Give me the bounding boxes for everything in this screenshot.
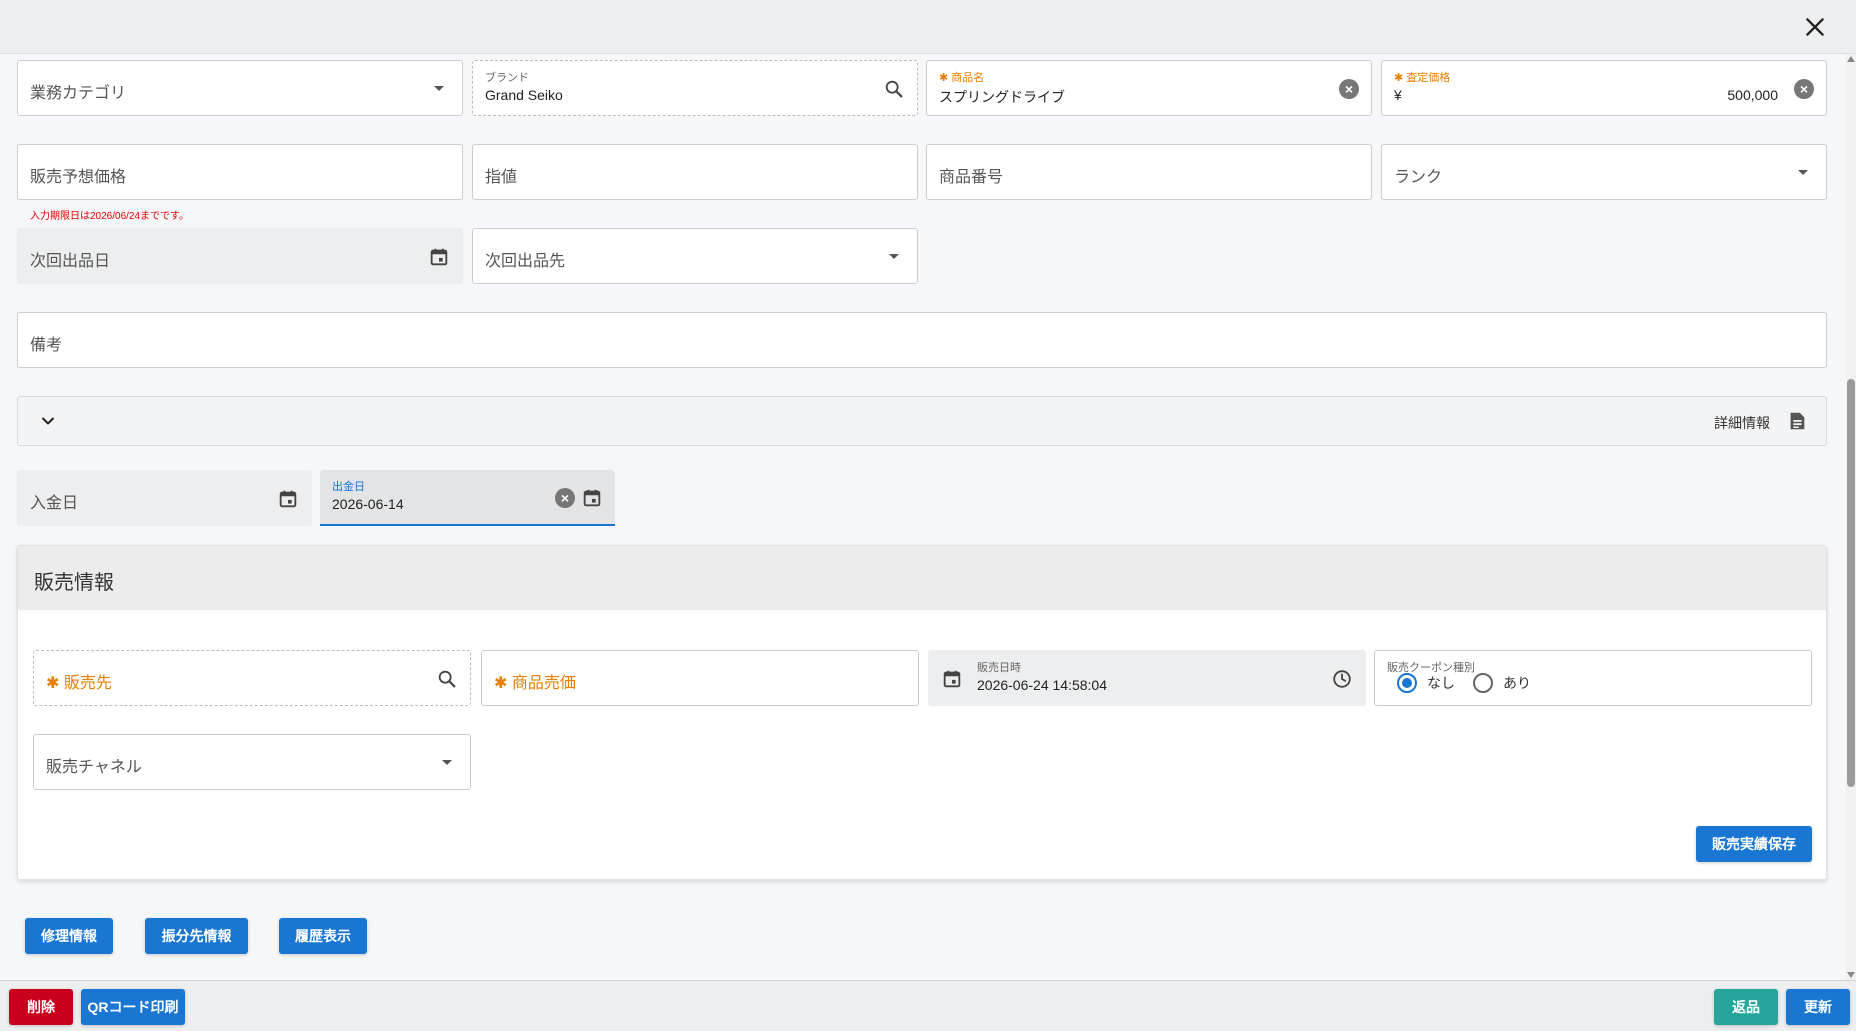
sale-datetime-field[interactable]: 販売日時 2026-06-24 14:58:04 (928, 650, 1366, 706)
coupon-option-yes[interactable]: あり (1473, 673, 1531, 693)
payment-date-field[interactable]: 入金日 (17, 470, 312, 526)
search-icon[interactable] (436, 668, 458, 690)
sale-datetime-label: 販売日時 (977, 662, 1021, 674)
product-name-label: ✱ 商品名 (939, 72, 985, 84)
qr-print-button[interactable]: QRコード印刷 (81, 989, 185, 1025)
dropdown-arrow-icon (434, 86, 444, 91)
notes-label: 備考 (30, 337, 63, 354)
dropdown-arrow-icon (442, 760, 452, 765)
buyer-label: ✱ 販売先 (46, 675, 112, 692)
radio-selected-icon[interactable] (1397, 673, 1417, 693)
sales-channel-select[interactable]: 販売チャネル (33, 734, 471, 790)
clear-icon[interactable]: × (1339, 79, 1359, 99)
coupon-option-none[interactable]: なし (1397, 673, 1455, 693)
save-sales-record-button[interactable]: 販売実績保存 (1696, 826, 1812, 862)
dialog-content[interactable]: 業務カテゴリ ブランド Grand Seiko ✱ 商品名 スプリングドライブ … (0, 54, 1846, 980)
clear-icon[interactable]: × (1794, 79, 1814, 99)
appraisal-price-value: 500,000 (1727, 87, 1778, 103)
sales-info-header: 販売情報 (18, 546, 1826, 610)
brand-value: Grand Seiko (485, 87, 563, 103)
vertical-scrollbar[interactable] (1846, 54, 1856, 980)
sale-datetime-value: 2026-06-24 14:58:04 (977, 677, 1107, 693)
dropdown-arrow-icon (1798, 170, 1808, 175)
coupon-option-none-label: なし (1427, 675, 1455, 691)
dialog-footer: 削除 QRコード印刷 返品 更新 (0, 980, 1856, 1031)
update-button[interactable]: 更新 (1786, 989, 1850, 1025)
rank-select[interactable]: ランク (1381, 144, 1827, 200)
limit-price-field[interactable]: 指値 (472, 144, 918, 200)
payment-date-label: 入金日 (30, 495, 79, 512)
expected-price-field[interactable]: 販売予想価格 (17, 144, 463, 200)
coupon-type-group: 販売クーポン種別 なし あり (1374, 650, 1812, 706)
product-number-field[interactable]: 商品番号 (926, 144, 1372, 200)
dialog-header (0, 0, 1856, 54)
category-label: 業務カテゴリ (30, 85, 127, 102)
return-button[interactable]: 返品 (1714, 989, 1778, 1025)
calendar-icon[interactable] (941, 668, 963, 690)
detail-info-label: 詳細情報 (1714, 415, 1770, 431)
chevron-down-icon[interactable] (38, 411, 58, 431)
product-number-label: 商品番号 (939, 169, 1004, 186)
currency-symbol: ¥ (1394, 87, 1402, 103)
input-deadline-hint: 入力期限日は2026/06/24までです。 (30, 211, 190, 222)
next-listing-dest-select[interactable]: 次回出品先 (472, 228, 918, 284)
notes-field[interactable]: 備考 (17, 312, 1827, 368)
sale-price-field[interactable]: ✱ 商品売価 (481, 650, 919, 706)
sale-price-label: ✱ 商品売価 (494, 675, 576, 692)
next-listing-dest-label: 次回出品先 (485, 253, 566, 270)
appraisal-price-field[interactable]: ✱ 査定価格 ¥ 500,000 × (1381, 60, 1827, 116)
search-icon[interactable] (883, 78, 905, 100)
product-name-value: スプリングドライブ (939, 89, 1065, 105)
history-button[interactable]: 履歴表示 (279, 918, 367, 954)
sales-info-title: 販売情報 (34, 572, 114, 594)
document-icon (1790, 412, 1805, 430)
close-icon[interactable] (1802, 14, 1828, 40)
repair-info-button[interactable]: 修理情報 (25, 918, 113, 954)
next-listing-date-label: 次回出品日 (30, 253, 111, 270)
delete-button[interactable]: 削除 (9, 989, 73, 1025)
brand-label: ブランド (485, 72, 529, 84)
shipping-date-field[interactable]: 出金日 2026-06-14 × (320, 470, 615, 526)
clock-icon[interactable] (1331, 668, 1353, 690)
buyer-field[interactable]: ✱ 販売先 (33, 650, 471, 706)
appraisal-price-label: ✱ 査定価格 (1394, 72, 1451, 84)
product-edit-dialog: 業務カテゴリ ブランド Grand Seiko ✱ 商品名 スプリングドライブ … (0, 0, 1856, 1031)
clear-icon[interactable]: × (555, 488, 575, 508)
calendar-icon[interactable] (277, 488, 299, 510)
shipping-date-label: 出金日 (332, 481, 365, 493)
category-select[interactable]: 業務カテゴリ (17, 60, 463, 116)
expected-price-label: 販売予想価格 (30, 169, 127, 186)
brand-field[interactable]: ブランド Grand Seiko (472, 60, 918, 116)
calendar-icon[interactable] (581, 487, 603, 509)
sales-info-panel: 販売情報 ✱ 販売先 ✱ 商品売価 販売日時 2026-06-24 14:58:… (17, 545, 1827, 880)
dropdown-arrow-icon (889, 254, 899, 259)
coupon-option-yes-label: あり (1503, 675, 1531, 691)
detail-info-accordion[interactable]: 詳細情報 (17, 396, 1827, 446)
next-listing-date-field[interactable]: 次回出品日 (17, 228, 463, 284)
calendar-icon[interactable] (428, 246, 450, 268)
sales-channel-label: 販売チャネル (46, 759, 142, 776)
radio-unselected-icon[interactable] (1473, 673, 1493, 693)
shipping-date-value: 2026-06-14 (332, 496, 404, 512)
transfer-info-button[interactable]: 振分先情報 (145, 918, 248, 954)
limit-price-label: 指値 (485, 169, 518, 186)
scroll-up-icon[interactable] (1847, 56, 1855, 62)
rank-label: ランク (1394, 169, 1443, 186)
product-name-field[interactable]: ✱ 商品名 スプリングドライブ × (926, 60, 1372, 116)
scrollbar-thumb[interactable] (1847, 379, 1855, 787)
scroll-down-icon[interactable] (1847, 972, 1855, 978)
